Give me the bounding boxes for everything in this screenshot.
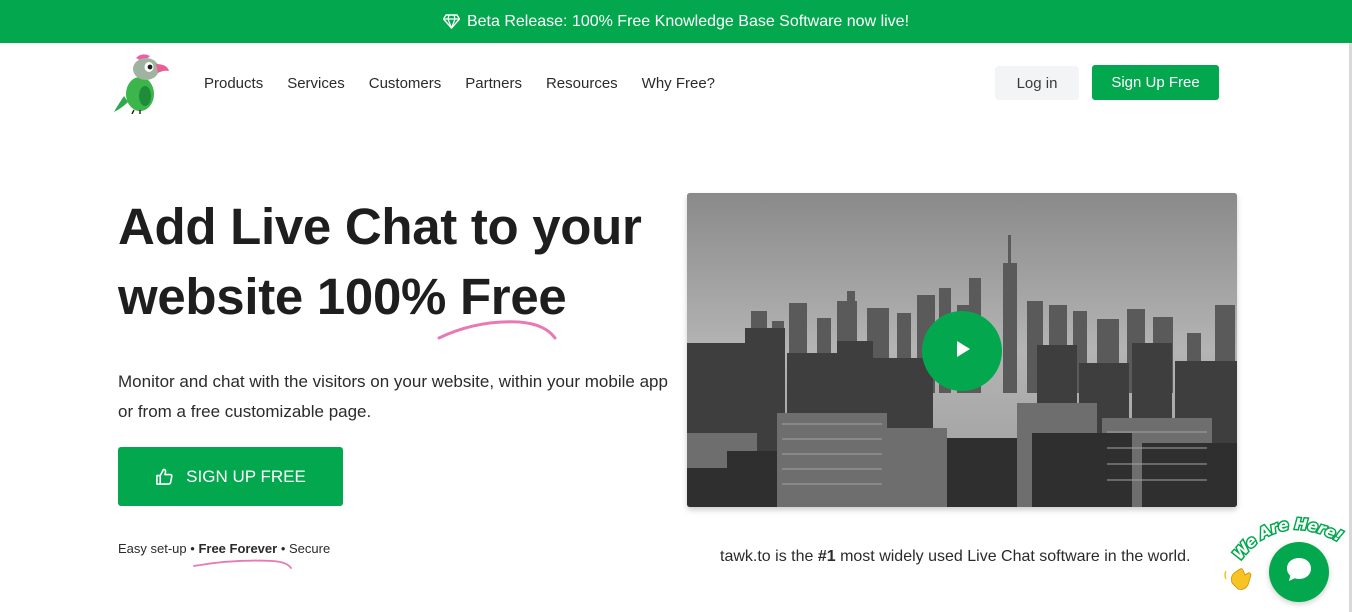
nav-products[interactable]: Products	[204, 75, 263, 92]
tagline-separator: •	[277, 541, 289, 556]
hero-title-line1: Add Live Chat to your	[118, 198, 642, 255]
cta-label: SIGN UP FREE	[186, 466, 306, 486]
nav-customers[interactable]: Customers	[369, 75, 442, 92]
nav-services[interactable]: Services	[287, 75, 345, 92]
thumbs-up-icon	[155, 467, 174, 486]
chat-bubble-icon	[1283, 554, 1315, 591]
nav-why-free[interactable]: Why Free?	[642, 75, 715, 92]
nav-resources[interactable]: Resources	[546, 75, 618, 92]
tagline-separator: •	[186, 541, 199, 556]
waving-hand-icon	[1224, 568, 1252, 590]
pink-underline-small-decoration	[193, 559, 292, 569]
signup-free-cta-button[interactable]: SIGN UP FREE	[118, 447, 343, 506]
diamond-icon	[442, 14, 460, 29]
stat-prefix: tawk.to is the	[720, 548, 818, 565]
tagline-secure: Secure	[288, 541, 331, 556]
main-nav: Products Services Customers Partners Res…	[204, 43, 715, 123]
play-icon	[950, 337, 974, 366]
video-play-button[interactable]	[922, 311, 1002, 391]
chat-widget-button[interactable]	[1269, 542, 1329, 602]
stat-suffix: most widely used Live Chat software in t…	[835, 548, 1191, 565]
login-button[interactable]: Log in	[995, 66, 1079, 100]
hero-title-line2: website 100%	[118, 268, 460, 325]
signup-button[interactable]: Sign Up Free	[1092, 65, 1219, 100]
announcement-text: Beta Release: 100% Free Knowledge Base S…	[466, 12, 910, 30]
tawk-logo[interactable]	[112, 52, 172, 115]
announcement-bar[interactable]: Beta Release: 100% Free Knowledge Base S…	[0, 0, 1352, 43]
site-header: Products Services Customers Partners Res…	[0, 43, 1349, 123]
tagline: Easy set-up • Free Forever • Secure	[118, 541, 330, 556]
stat-highlight: #1	[817, 548, 836, 565]
tagline-free-forever: Free Forever	[198, 541, 278, 556]
stat-line: tawk.to is the #1 most widely used Live …	[720, 548, 1190, 566]
tagline-easy-setup: Easy set-up	[118, 541, 187, 556]
pink-underline-decoration	[437, 320, 557, 340]
hero-description: Monitor and chat with the visitors on yo…	[118, 372, 668, 421]
hero-title: Add Live Chat to your website 100% Free	[118, 192, 678, 332]
nav-partners[interactable]: Partners	[465, 75, 522, 92]
